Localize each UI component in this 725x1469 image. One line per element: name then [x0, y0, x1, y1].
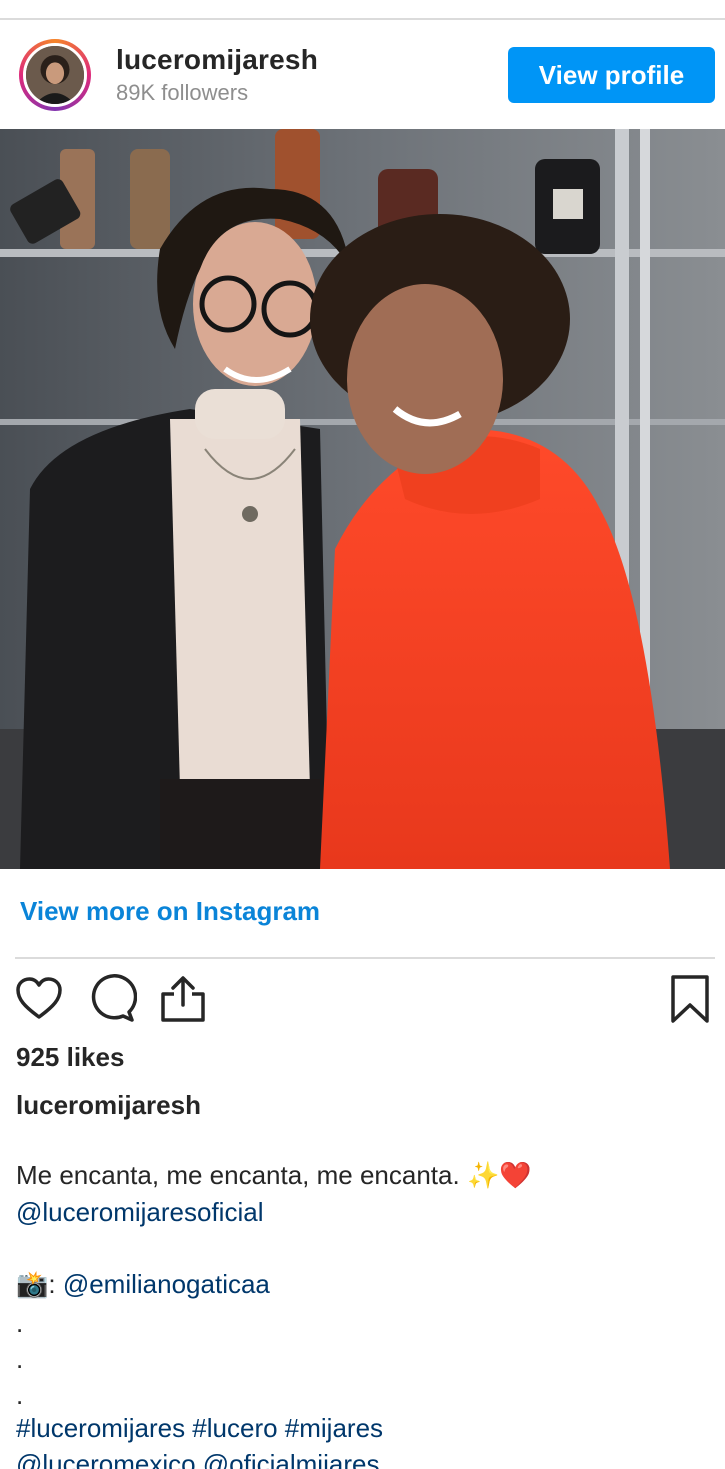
caption-text: Me encanta, me encanta, me encanta. — [16, 1160, 467, 1190]
mention-link[interactable]: @luceromijaresoficial — [16, 1197, 263, 1228]
avatar-image — [23, 43, 87, 107]
like-count[interactable]: 925 likes — [16, 1042, 124, 1073]
caption-dot: . — [16, 1380, 24, 1410]
mention-link[interactable]: @emilianogaticaa — [63, 1269, 270, 1299]
follower-count: 89K followers — [116, 80, 249, 105]
caption-dot: . — [16, 1308, 24, 1338]
profile-username[interactable]: luceromijaresh — [116, 44, 318, 76]
post-image[interactable] — [0, 129, 725, 869]
mention-links[interactable]: @luceromexico @oficialmijares — [16, 1449, 379, 1469]
camera-emoji: 📸 — [16, 1270, 49, 1300]
heart-emoji: ❤️ — [499, 1161, 532, 1191]
comment-icon[interactable] — [87, 974, 137, 1024]
caption-credit-line: 📸: @emilianogaticaa — [16, 1269, 270, 1300]
actions-divider — [15, 957, 715, 959]
hashtag-links[interactable]: #luceromijares #lucero #mijares — [16, 1413, 383, 1444]
view-more-link[interactable]: View more on Instagram — [20, 896, 320, 927]
bookmark-icon[interactable] — [665, 974, 715, 1024]
share-icon[interactable] — [158, 974, 208, 1024]
caption-username[interactable]: luceromijaresh — [16, 1090, 201, 1121]
heart-icon[interactable] — [14, 974, 64, 1024]
credit-separator: : — [48, 1269, 63, 1299]
sparkles-emoji: ✨ — [466, 1161, 500, 1191]
view-profile-button[interactable]: View profile — [508, 47, 715, 103]
caption-dot: . — [16, 1344, 24, 1374]
caption-line: Me encanta, me encanta, me encanta. ✨❤️ — [16, 1160, 532, 1191]
avatar[interactable] — [19, 39, 91, 111]
